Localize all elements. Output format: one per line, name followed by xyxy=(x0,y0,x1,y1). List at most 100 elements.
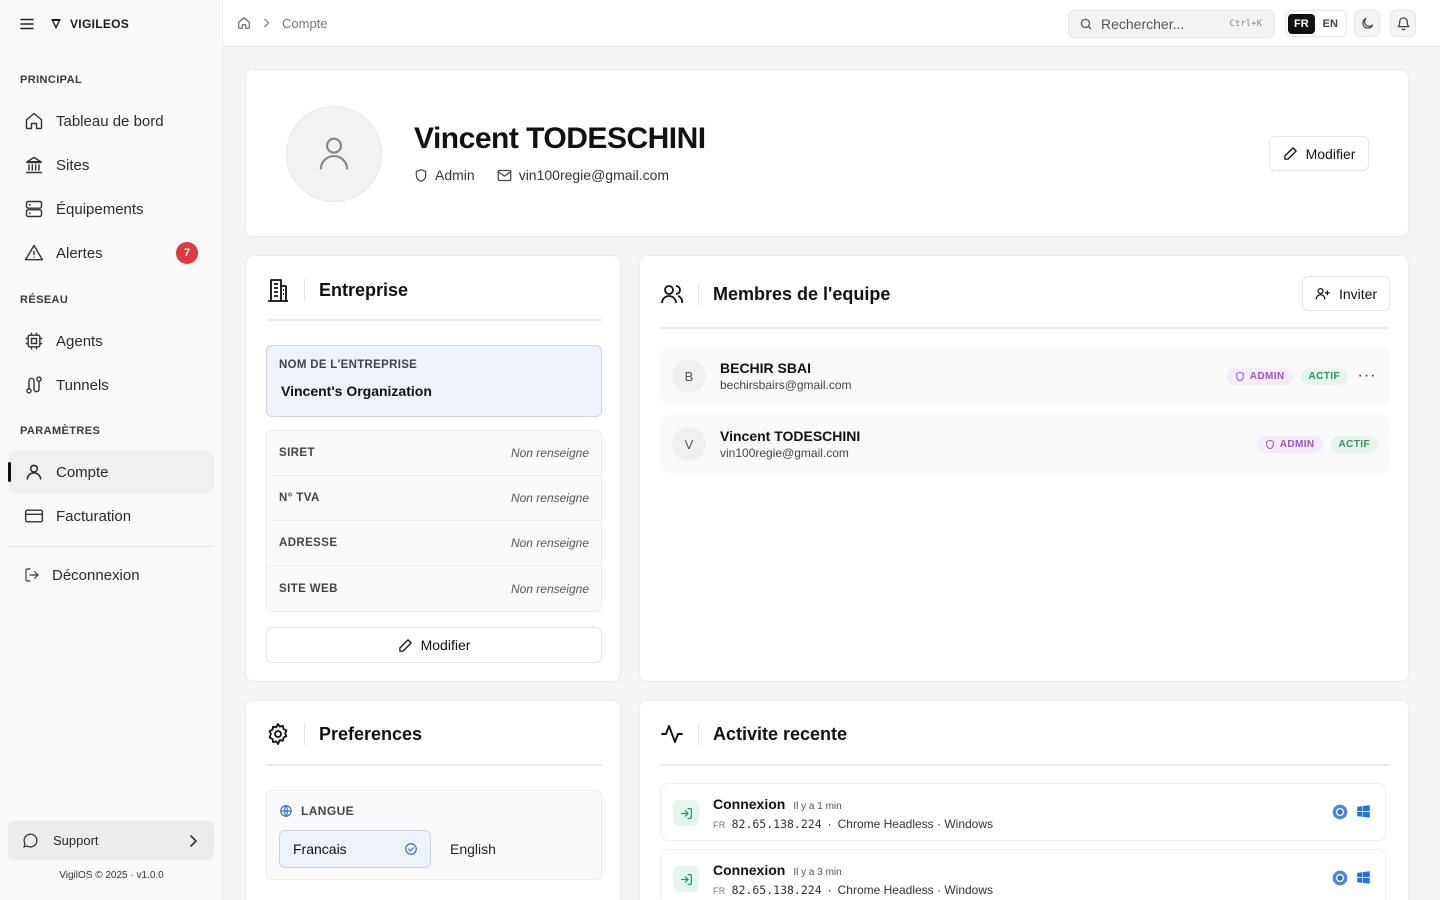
activity-type: Connexion xyxy=(713,862,786,878)
divider xyxy=(266,764,602,766)
activity-icon xyxy=(660,722,684,746)
breadcrumb-current: Compte xyxy=(282,15,328,31)
avatar xyxy=(286,106,382,202)
field-value: Non renseigne xyxy=(510,536,589,550)
sidebar-item-label: Sites xyxy=(56,156,90,174)
sidebar-item-equipements[interactable]: Équipements xyxy=(8,188,214,230)
status-badge: ACTIF xyxy=(1300,367,1348,385)
cpu-icon xyxy=(24,331,44,351)
language-option-francais[interactable]: Francais xyxy=(279,830,431,868)
preferences-card: Preferences LANGUE Francais English xyxy=(245,700,621,900)
chrome-icon xyxy=(1332,870,1348,886)
sidebar-item-label: Tunnels xyxy=(56,376,109,394)
ip-address: 82.65.138.224 xyxy=(731,883,822,897)
sidebar-item-facturation[interactable]: Facturation xyxy=(8,495,214,537)
server-icon xyxy=(24,199,44,219)
country-code: FR xyxy=(713,886,726,896)
windows-icon xyxy=(1356,804,1371,820)
divider xyxy=(660,327,1390,329)
profile-role-text: Admin xyxy=(435,167,475,183)
edit-company-button[interactable]: Modifier xyxy=(266,627,602,663)
sidebar-item-label: Agents xyxy=(56,332,103,350)
search-placeholder: Rechercher... xyxy=(1101,16,1185,32)
company-field-row: SITE WEB Non renseigne xyxy=(267,566,601,611)
preferences-title-text: Preferences xyxy=(319,723,423,744)
search-icon xyxy=(1079,17,1093,31)
user-placeholder-icon xyxy=(317,136,351,172)
company-field-row: SIRET Non renseigne xyxy=(267,431,601,476)
client-info: Chrome Headless · Windows xyxy=(837,883,994,897)
language-option-english[interactable]: English xyxy=(437,830,589,868)
field-key: N° TVA xyxy=(279,492,320,504)
support-button[interactable]: Support xyxy=(8,821,214,860)
windows-icon xyxy=(1356,870,1371,886)
edit-profile-label: Modifier xyxy=(1305,145,1356,162)
company-field-row: ADRESSE Non renseigne xyxy=(267,521,601,566)
brand-name: VIGILEOS xyxy=(70,16,130,31)
sidebar-item-tunnels[interactable]: Tunnels xyxy=(8,364,214,406)
company-name-field[interactable]: NOM DE L'ENTREPRISE Vincent's Organizati… xyxy=(266,345,602,417)
field-key: SIRET xyxy=(279,447,315,459)
profile-role: Admin xyxy=(414,167,475,183)
section-label-principal: PRINCIPAL xyxy=(20,74,83,86)
company-name-value: Vincent's Organization xyxy=(281,383,432,399)
list-item: Connexion Il y a 3 min FR 82.65.138.224 · Ch… xyxy=(660,849,1386,900)
more-options-icon[interactable]: ··· xyxy=(1356,367,1378,385)
role-badge: ADMIN xyxy=(1226,367,1293,385)
profile-card: Vincent TODESCHINI Admin vin100regie@gma… xyxy=(245,69,1409,237)
divider xyxy=(266,319,602,321)
company-field-row: N° TVA Non renseigne xyxy=(267,476,601,521)
role-text: ADMIN xyxy=(1249,370,1285,382)
invite-button[interactable]: Inviter xyxy=(1302,276,1390,311)
building-office-icon xyxy=(266,277,290,303)
sidebar-item-compte[interactable]: Compte xyxy=(8,451,214,493)
lang-en-button[interactable]: EN xyxy=(1319,14,1342,34)
shield-icon xyxy=(1265,439,1275,450)
shield-icon xyxy=(1235,371,1245,382)
profile-meta: Admin vin100regie@gmail.com xyxy=(414,167,669,183)
list-item: Connexion Il y a 1 min FR 82.65.138.224 · Ch… xyxy=(660,783,1386,841)
sidebar-item-dashboard[interactable]: Tableau de bord xyxy=(8,100,214,142)
logout-button[interactable]: Déconnexion xyxy=(8,554,214,596)
chrome-icon xyxy=(1332,804,1348,820)
search-input[interactable]: Rechercher... Ctrl+K xyxy=(1068,10,1275,38)
list-item[interactable]: B BECHIR SBAI bechirsbairs@gmail.com ADM… xyxy=(660,347,1390,405)
message-circle-icon xyxy=(22,832,39,849)
sidebar-item-agents[interactable]: Agents xyxy=(8,320,214,362)
field-value: Non renseigne xyxy=(510,446,589,460)
menu-icon[interactable] xyxy=(20,18,34,30)
language-label: LANGUE xyxy=(279,804,354,818)
theme-toggle-button[interactable] xyxy=(1354,10,1380,37)
brand[interactable]: VIGILEOS xyxy=(50,17,129,31)
member-email: vin100regie@gmail.com xyxy=(720,446,849,460)
alert-count-badge: 7 xyxy=(176,242,198,264)
language-setting: LANGUE Francais English xyxy=(266,790,602,880)
activity-type: Connexion xyxy=(713,796,786,812)
profile-email-text: vin100regie@gmail.com xyxy=(518,167,670,183)
language-switcher: FR EN xyxy=(1285,10,1347,37)
credit-card-icon xyxy=(24,506,44,526)
member-name: BECHIR SBAI xyxy=(720,360,812,376)
team-card-title: Membres de l'equipe xyxy=(660,282,890,306)
lang-fr-button[interactable]: FR xyxy=(1288,13,1315,34)
divider xyxy=(660,764,1390,766)
member-name: Vincent TODESCHINI xyxy=(720,428,861,444)
sidebar-divider xyxy=(8,546,214,547)
list-item[interactable]: V Vincent TODESCHINI vin100regie@gmail.c… xyxy=(660,415,1390,473)
role-badge: ADMIN xyxy=(1256,435,1323,453)
sidebar: VIGILEOS PRINCIPAL Tableau de bord Sites… xyxy=(0,0,223,900)
notifications-button[interactable] xyxy=(1390,10,1416,37)
sidebar-item-alertes[interactable]: Alertes 7 xyxy=(8,232,214,274)
breadcrumb: Compte xyxy=(237,16,328,31)
avatar: B xyxy=(672,359,706,393)
topbar: Compte Rechercher... Ctrl+K FR EN xyxy=(223,0,1440,47)
sidebar-item-sites[interactable]: Sites xyxy=(8,144,214,186)
home-icon[interactable] xyxy=(237,16,251,30)
search-shortcut: Ctrl+K xyxy=(1229,19,1262,29)
client-info: Chrome Headless · Windows xyxy=(837,817,994,831)
user-plus-icon xyxy=(1315,286,1331,301)
edit-profile-button[interactable]: Modifier xyxy=(1269,136,1369,171)
chevron-right-icon xyxy=(188,834,198,847)
logout-label: Déconnexion xyxy=(52,566,140,584)
member-email: bechirsbairs@gmail.com xyxy=(720,378,852,392)
